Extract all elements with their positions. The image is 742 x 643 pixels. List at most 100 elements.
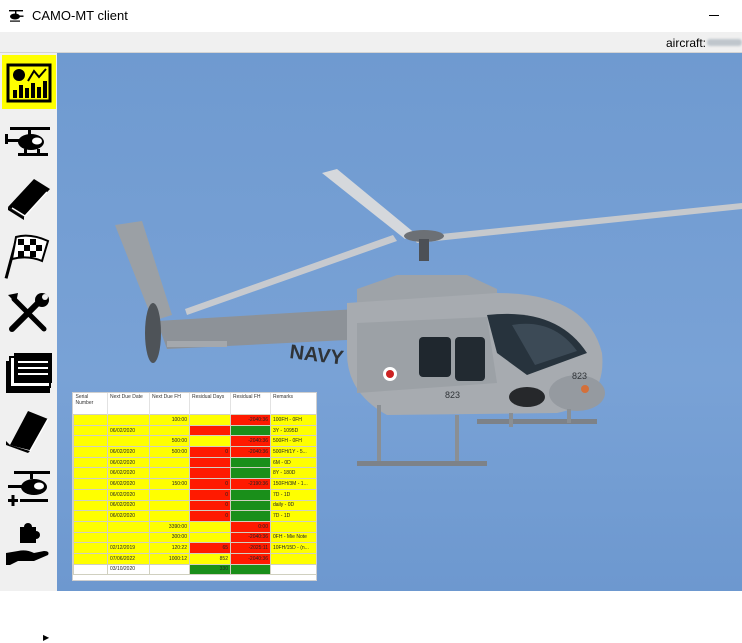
cell-remarks[interactable]: 7D - 1D xyxy=(270,488,316,501)
cell-remarks[interactable]: 500FH/1Y - 5... xyxy=(270,446,316,458)
table-row[interactable]: 100:00 -2040:36 100FH - 0FH xyxy=(73,414,316,426)
table-row[interactable]: 06/02/2020 0 daily - 0D xyxy=(73,499,316,512)
cell-remarks[interactable]: 0FH - Mie Note xyxy=(270,531,316,544)
cell-next-due-fh[interactable]: 120:22 xyxy=(149,542,190,554)
cell-residual-days[interactable]: 0 xyxy=(189,446,231,458)
cell-remarks[interactable]: 150FH/3M - 1... xyxy=(270,478,316,490)
sidebar-item-support[interactable] xyxy=(2,519,56,573)
cell-next-due-fh[interactable] xyxy=(149,456,190,469)
cell-next-due-date[interactable]: 06/02/2020 xyxy=(107,446,150,458)
cell-residual-fh[interactable] xyxy=(230,456,271,469)
cell-next-due-fh[interactable]: 500:00 xyxy=(149,435,190,448)
cell-remarks[interactable] xyxy=(270,520,316,533)
cell-residual-fh[interactable]: -2025:11 xyxy=(230,542,271,554)
cell-next-due-date[interactable] xyxy=(107,520,150,533)
cell-next-due-fh[interactable] xyxy=(149,510,190,522)
column-header-remarks[interactable]: Remarks xyxy=(270,393,316,415)
cell-next-due-fh[interactable]: 3390:00 xyxy=(149,520,190,533)
cell-residual-fh[interactable]: -2040:36 xyxy=(230,446,271,458)
cell-serial-number[interactable] xyxy=(73,446,108,458)
column-header-residual-days[interactable]: Residual Days xyxy=(189,393,231,415)
cell-remarks[interactable] xyxy=(270,563,316,576)
cell-residual-fh[interactable] xyxy=(230,488,271,501)
table-row[interactable]: 07/06/2022 1000:12 852 -2040:36 xyxy=(73,552,316,565)
cell-residual-days[interactable]: 0 xyxy=(189,510,231,522)
cell-next-due-date[interactable]: 02/12/2019 xyxy=(107,542,150,554)
cell-next-due-fh[interactable] xyxy=(149,499,190,512)
sidebar-item-maintenance[interactable] xyxy=(2,287,56,341)
table-row[interactable]: 500:00 -2040:36 500FH - 0FH xyxy=(73,435,316,448)
cell-residual-days[interactable]: 0 xyxy=(189,499,231,512)
cell-next-due-date[interactable]: 06/02/2020 xyxy=(107,488,150,501)
table-row[interactable]: 03/10/2020 330 xyxy=(73,563,316,576)
table-row[interactable]: 06/02/2020 0 7D - 1D xyxy=(73,510,316,522)
cell-residual-days[interactable] xyxy=(189,520,231,533)
cell-residual-fh[interactable] xyxy=(230,499,271,512)
cell-serial-number[interactable] xyxy=(73,542,108,554)
cell-serial-number[interactable] xyxy=(73,414,108,426)
cell-residual-days[interactable] xyxy=(189,435,231,448)
cell-next-due-fh[interactable] xyxy=(149,424,190,437)
cell-residual-days[interactable]: 65 xyxy=(189,542,231,554)
cell-next-due-date[interactable]: 06/02/2020 xyxy=(107,456,150,469)
cell-residual-days[interactable] xyxy=(189,531,231,544)
table-row[interactable]: 02/12/2019 120:22 65 -2025:11 10FH/15D - (n.… xyxy=(73,542,316,554)
column-header-next-due-fh[interactable]: Next Due FH xyxy=(149,393,190,415)
cell-serial-number[interactable] xyxy=(73,499,108,512)
cell-serial-number[interactable] xyxy=(73,488,108,501)
cell-residual-days[interactable] xyxy=(189,414,231,426)
table-row[interactable]: 06/02/2020 3Y - 1095D xyxy=(73,424,316,437)
cell-residual-fh[interactable]: -2040:36 xyxy=(230,414,271,426)
cell-remarks[interactable]: 8Y - 180D xyxy=(270,467,316,480)
cell-next-due-date[interactable] xyxy=(107,435,150,448)
cell-residual-fh[interactable] xyxy=(230,467,271,480)
cell-next-due-date[interactable]: 03/10/2020 xyxy=(107,563,150,576)
table-row[interactable]: 06/02/2020 150:00 0 -2190:36 150FH/3M - 1... xyxy=(73,478,316,490)
cell-serial-number[interactable] xyxy=(73,424,108,437)
cell-next-due-fh[interactable]: 1000:12 xyxy=(149,552,190,565)
table-row[interactable]: 06/02/2020 8Y - 180D xyxy=(73,467,316,480)
cell-next-due-date[interactable]: 06/02/2020 xyxy=(107,424,150,437)
cell-residual-days[interactable]: 330 xyxy=(189,563,231,576)
cell-serial-number[interactable] xyxy=(73,563,108,576)
sidebar-item-flights[interactable] xyxy=(2,229,56,283)
cell-remarks[interactable]: 10FH/15D - (n... xyxy=(270,542,316,554)
cell-serial-number[interactable] xyxy=(73,456,108,469)
cell-remarks[interactable]: 100FH - 0FH xyxy=(270,414,316,426)
cell-next-due-date[interactable]: 06/02/2020 xyxy=(107,510,150,522)
sidebar-item-add-aircraft[interactable] xyxy=(2,461,56,515)
cell-residual-days[interactable] xyxy=(189,456,231,469)
cell-remarks[interactable]: daily - 0D xyxy=(270,499,316,512)
cell-remarks[interactable]: 500FH - 0FH xyxy=(270,435,316,448)
cell-serial-number[interactable] xyxy=(73,531,108,544)
cell-remarks[interactable]: 3Y - 1095D xyxy=(270,424,316,437)
minimize-button[interactable] xyxy=(700,2,728,28)
cell-residual-fh[interactable]: -2040:36 xyxy=(230,552,271,565)
column-header-next-due-date[interactable]: Next Due Date xyxy=(107,393,150,415)
cell-residual-days[interactable] xyxy=(189,424,231,437)
cell-serial-number[interactable] xyxy=(73,478,108,490)
cell-residual-fh[interactable] xyxy=(230,510,271,522)
column-header-residual-fh[interactable]: Residual FH xyxy=(230,393,271,415)
table-row[interactable]: 06/02/2020 0 7D - 1D xyxy=(73,488,316,501)
cell-next-due-date[interactable] xyxy=(107,414,150,426)
cell-residual-days[interactable]: 0 xyxy=(189,488,231,501)
cell-serial-number[interactable] xyxy=(73,435,108,448)
sidebar-item-manuals[interactable] xyxy=(2,403,56,457)
cell-remarks[interactable] xyxy=(270,552,316,565)
cell-next-due-fh[interactable]: 150:00 xyxy=(149,478,190,490)
table-row[interactable]: 06/02/2020 500:00 0 -2040:36 500FH/1Y - 5... xyxy=(73,446,316,458)
cell-next-due-date[interactable]: 07/06/2022 xyxy=(107,552,150,565)
cell-residual-days[interactable]: 0 xyxy=(189,478,231,490)
sidebar-item-documents[interactable] xyxy=(2,345,56,399)
cell-residual-fh[interactable]: -2040:36 xyxy=(230,531,271,544)
cell-residual-days[interactable]: 852 xyxy=(189,552,231,565)
cell-next-due-fh[interactable] xyxy=(149,488,190,501)
sidebar-item-logbook[interactable] xyxy=(2,171,56,225)
table-row[interactable]: 300:00 -2040:36 0FH - Mie Note xyxy=(73,531,316,544)
sidebar-item-dashboard[interactable] xyxy=(2,55,56,109)
cell-serial-number[interactable] xyxy=(73,510,108,522)
cell-serial-number[interactable] xyxy=(73,467,108,480)
table-row[interactable]: 06/02/2020 6M - 0D xyxy=(73,456,316,469)
column-header-serial-number[interactable]: Serial Number xyxy=(73,393,108,415)
